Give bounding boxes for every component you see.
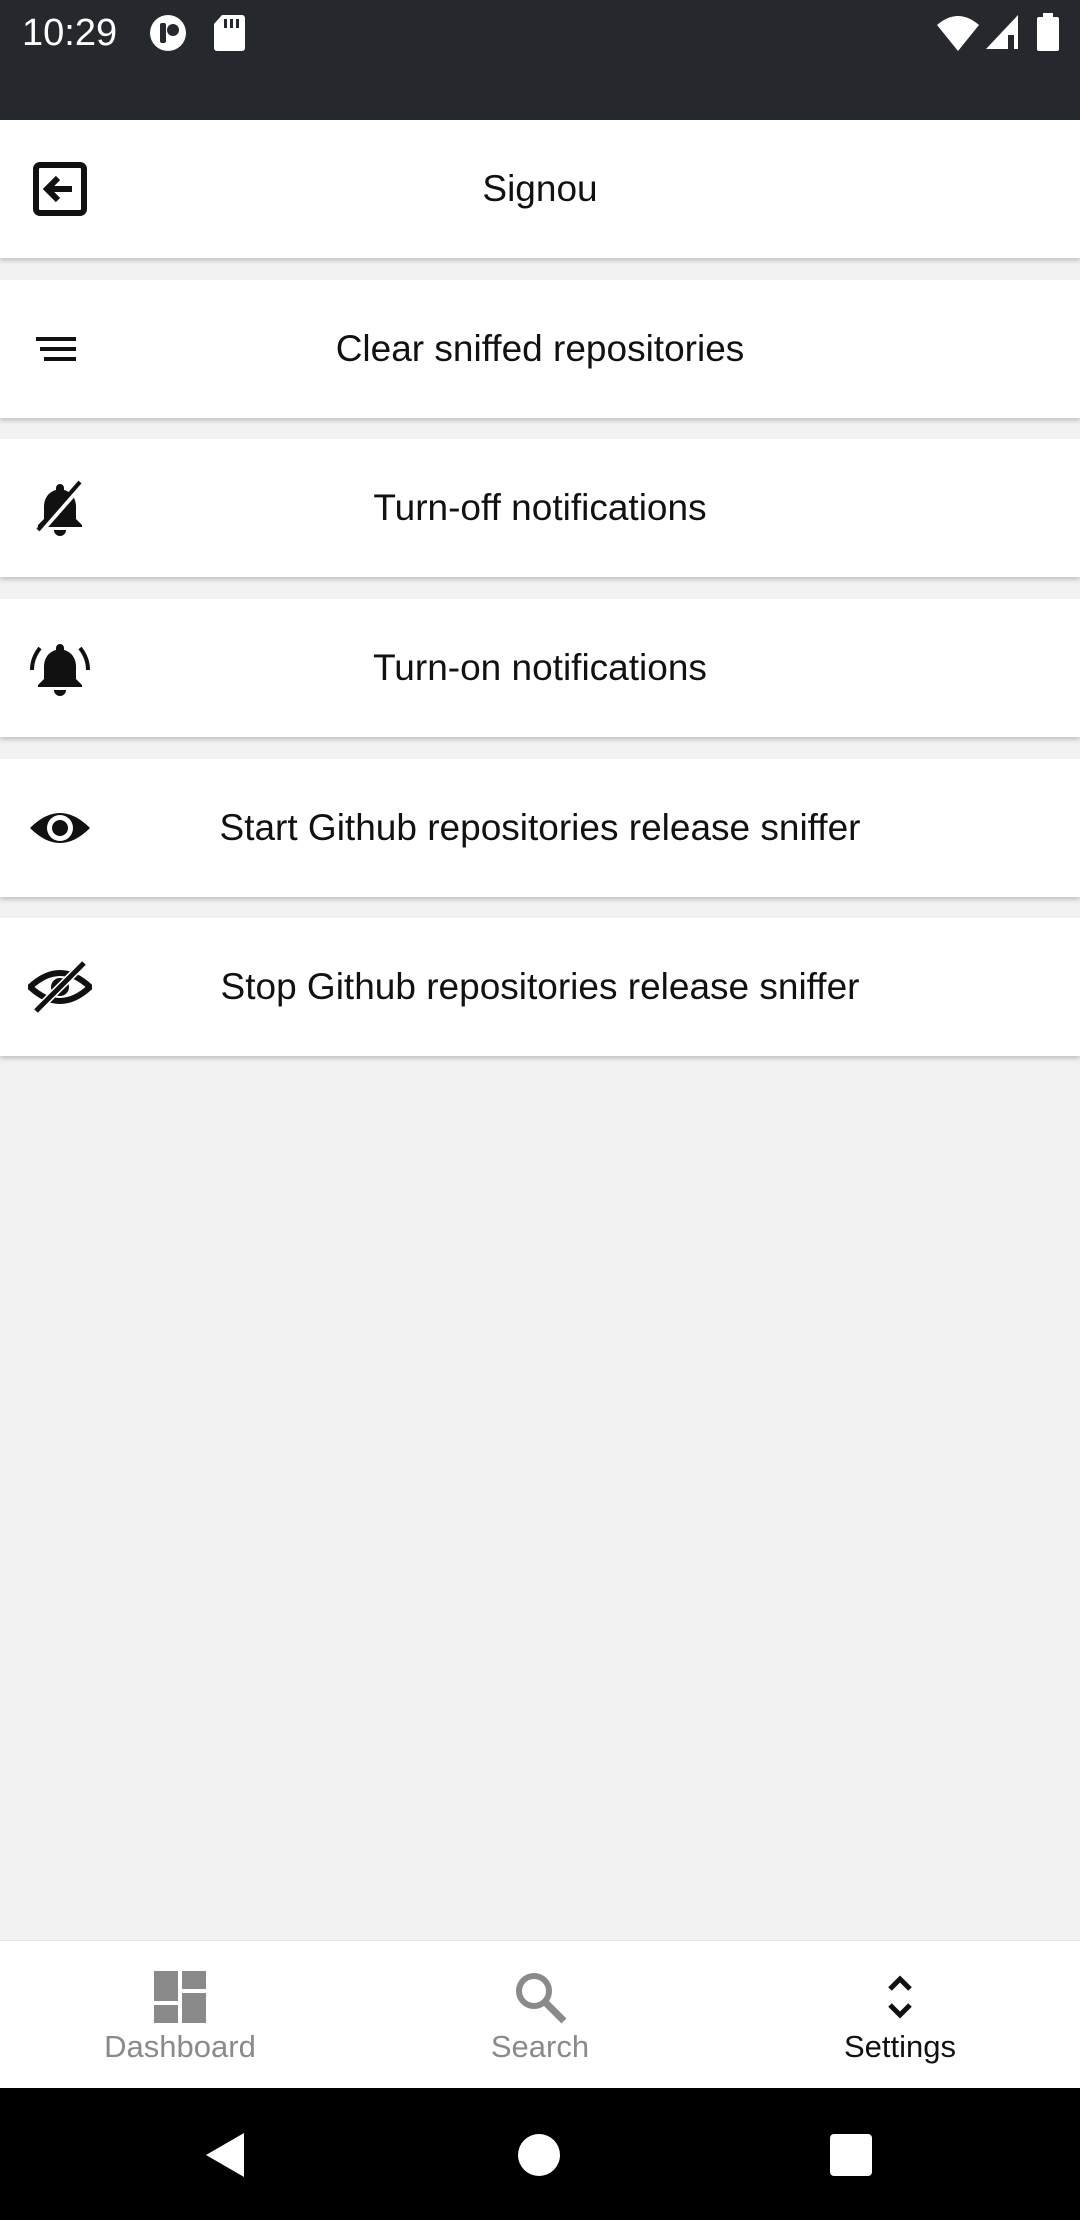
clear-sniffed-item[interactable]: Clear sniffed repositories: [0, 280, 1080, 418]
unfold-icon: [888, 1975, 912, 2019]
tab-dashboard[interactable]: Dashboard: [0, 1941, 360, 2089]
sd-card-icon: [214, 15, 245, 51]
search-icon: [516, 1973, 567, 2024]
system-navigation-bar: [0, 2088, 1080, 2220]
stop-sniffer-item[interactable]: Stop Github repositories release sniffer: [0, 918, 1080, 1056]
tab-settings[interactable]: Settings: [720, 1941, 1080, 2089]
clear-sniffed-label: Clear sniffed repositories: [335, 328, 745, 369]
signout-label: Signou: [482, 168, 598, 209]
signout-item[interactable]: Signou: [0, 120, 1080, 258]
bottom-navigation: Dashboard Search Settings: [0, 1940, 1080, 2089]
notification-app-icon: [150, 15, 186, 51]
dashboard-icon: [154, 1971, 206, 2023]
turn-on-notifications-item[interactable]: Turn-on notifications: [0, 599, 1080, 737]
status-bar: 10:29: [0, 0, 1080, 120]
tab-search-label: Search: [490, 2029, 590, 2064]
turn-on-notifications-label: Turn-on notifications: [373, 647, 707, 688]
turn-off-notifications-item[interactable]: Turn-off notifications: [0, 439, 1080, 577]
tab-search[interactable]: Search: [360, 1941, 720, 2089]
signal-icon: [986, 15, 1018, 49]
battery-icon: [1037, 13, 1059, 51]
wifi-icon: [937, 16, 979, 51]
status-time: 10:29: [22, 12, 118, 54]
turn-off-notifications-label: Turn-off notifications: [373, 487, 707, 528]
tab-dashboard-label: Dashboard: [104, 2029, 256, 2064]
start-sniffer-item[interactable]: Start Github repositories release sniffe…: [0, 759, 1080, 897]
recents-icon[interactable]: [826, 2130, 876, 2180]
tab-settings-label: Settings: [843, 2029, 956, 2064]
home-icon[interactable]: [514, 2130, 564, 2180]
stop-sniffer-label: Stop Github repositories release sniffer: [220, 966, 860, 1007]
back-icon[interactable]: [200, 2130, 250, 2180]
start-sniffer-label: Start Github repositories release sniffe…: [219, 807, 861, 848]
